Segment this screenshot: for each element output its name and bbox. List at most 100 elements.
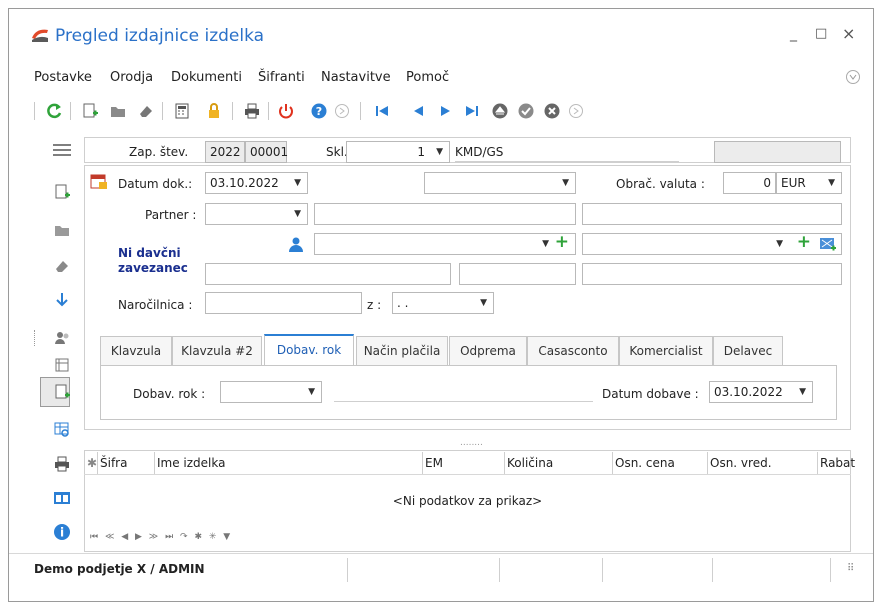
datum-dobave-label: Datum dobave : [602,387,699,401]
obrac-label: Obrač. valuta : [616,177,705,191]
datum-dobave-field[interactable]: 03.10.2022 ▼ [709,381,813,403]
narocilnica-label: Naročilnica : [118,298,193,312]
menu-orodja[interactable]: Orodja [110,70,153,85]
calendar-icon[interactable] [90,172,108,190]
menu-dokumenti[interactable]: Dokumenti [171,70,242,85]
narocilnica-field[interactable] [205,292,362,314]
doc-type-select[interactable]: ▼ [424,172,576,194]
maximize-button[interactable]: □ [815,26,827,41]
svg-text:i: i [60,526,64,540]
side-copy-icon[interactable] [52,355,72,375]
partner-extra-field[interactable] [582,203,842,225]
menu-pomoc[interactable]: Pomoč [406,70,449,85]
z-date-value: . . [397,296,409,310]
menu-nastavitve[interactable]: Nastavitve [321,70,391,85]
next-record-icon[interactable] [436,101,456,121]
city-field[interactable] [582,263,842,285]
tab-dobav-rok[interactable]: Dobav. rok [264,334,354,366]
lock-icon[interactable] [204,101,224,121]
calculator-icon[interactable] [172,101,192,121]
zap-label: Zap. štev. [129,145,189,159]
refresh-icon[interactable] [44,101,64,121]
chevron-down-icon: ▼ [294,178,301,188]
tax-note-line1: Ni davčni [118,246,181,260]
side-eraser-icon[interactable] [52,256,72,276]
side-arrow-down-icon[interactable] [52,290,72,310]
menu-sifranti[interactable]: Šifranti [258,70,305,85]
chevron-down-icon: ▼ [562,178,569,188]
col-rabat[interactable]: Rabat [820,452,855,474]
dobav-rok-text-line [334,401,593,402]
help-icon[interactable]: ? [309,101,329,121]
eraser-icon[interactable] [136,101,156,121]
skl-select[interactable]: 1 ▼ [346,141,450,163]
side-add-document-icon[interactable] [52,382,72,402]
first-record-icon[interactable] [372,101,392,121]
add-contact-icon[interactable]: + [555,232,569,252]
col-ime-izdelka[interactable]: Ime izdelka [157,452,225,474]
collapse-ribbon-icon[interactable] [845,69,861,85]
tab-odprema[interactable]: Odprema [449,336,527,366]
confirm-icon[interactable] [516,101,536,121]
cancel-icon[interactable] [542,101,562,121]
prev-record-icon[interactable] [408,101,428,121]
z-date-field[interactable]: . . ▼ [392,292,494,314]
side-table-search-icon[interactable] [52,420,72,440]
col-osn-cena[interactable]: Osn. cena [615,452,675,474]
obrac-value-field[interactable]: 0 [723,172,776,194]
chevron-down-icon: ▼ [799,387,806,397]
side-print-icon[interactable] [52,454,72,474]
close-button[interactable]: × [842,24,855,43]
side-users-icon[interactable] [52,328,72,348]
col-sifra[interactable]: Šifra [100,452,127,474]
zap-number-field[interactable]: 00001 [245,141,288,163]
tab-klavzula[interactable]: Klavzula [100,336,172,366]
address-map-icon[interactable] [819,236,837,252]
currency-select[interactable]: EUR ▼ [776,172,842,194]
skl-name: KMD/GS [455,145,679,162]
col-osn-vred[interactable]: Osn. vred. [710,452,772,474]
eject-icon[interactable] [490,101,510,121]
print-icon[interactable] [242,101,262,121]
menu-postavke[interactable]: Postavke [34,70,92,85]
splitter-handle[interactable]: ........ [460,438,483,448]
postal-field[interactable] [459,263,576,285]
last-record-icon[interactable] [462,101,482,121]
open-folder-icon[interactable] [108,101,128,121]
tab-komercialist[interactable]: Komercialist [619,336,713,366]
grid-navigator[interactable]: ⏮ ≪ ◀ ▶ ≫ ⏭ ↷ ✱ ✳ ▼ [90,532,232,542]
chevron-down-icon: ▼ [542,239,549,249]
svg-text:?: ? [316,105,322,118]
tab-klavzula-2[interactable]: Klavzula #2 [172,336,262,366]
side-columns-icon[interactable] [52,488,72,508]
side-info-icon[interactable]: i [52,522,72,542]
col-em[interactable]: EM [425,452,443,474]
contact-person-icon[interactable] [288,236,304,252]
address-line-field[interactable] [205,263,451,285]
chevron-down-icon: ▼ [480,298,487,308]
add-address-icon[interactable]: + [797,232,811,252]
datum-dobave-value: 03.10.2022 [714,385,783,399]
col-kolicina[interactable]: Količina [507,452,553,474]
datum-field[interactable]: 03.10.2022 ▼ [205,172,308,194]
status-text: Demo podjetje X / ADMIN [34,562,205,576]
minimize-button[interactable]: _ [790,26,797,42]
dobav-rok-select[interactable]: ▼ [220,381,322,403]
partner-name-field[interactable] [314,203,576,225]
partner-select[interactable]: ▼ [205,203,308,225]
side-new-icon[interactable] [52,182,72,202]
contact-select[interactable]: ▼ + [314,232,576,255]
chevron-down-icon: ▼ [308,387,315,397]
resize-grip-icon[interactable]: ⠿ [847,563,854,574]
power-icon[interactable] [276,101,296,121]
zap-year-field[interactable]: 2022 [205,141,245,163]
address-select[interactable]: ▼ + [582,232,842,255]
hamburger-menu-icon[interactable] [52,140,72,160]
tab-nacin-placila[interactable]: Način plačila [356,336,448,366]
dobav-rok-label: Dobav. rok : [133,387,206,401]
grid-new-row-icon[interactable]: ✱ [87,452,97,474]
tab-delavec[interactable]: Delavec [713,336,783,366]
tab-casasconto[interactable]: Casasconto [527,336,619,366]
side-folder-icon[interactable] [52,220,72,240]
new-document-icon[interactable] [80,101,100,121]
